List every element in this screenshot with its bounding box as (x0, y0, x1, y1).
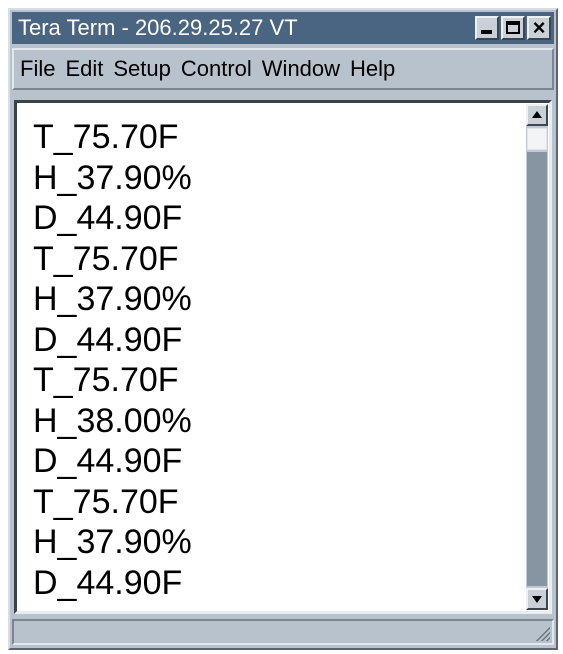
arrow-down-icon (532, 596, 542, 603)
resize-grip-icon[interactable] (532, 623, 550, 641)
close-button[interactable]: × (527, 16, 551, 40)
title-bar[interactable]: Tera Term - 206.29.25.27 VT × (12, 12, 554, 44)
window-title: Tera Term - 206.29.25.27 VT (18, 15, 298, 40)
status-bar (12, 619, 554, 645)
terminal-line: D_44.90F (33, 199, 183, 237)
minimize-icon (481, 30, 492, 34)
minimize-button[interactable] (475, 16, 499, 40)
terminal-line: H_37.90% (33, 158, 192, 197)
maximize-button[interactable] (501, 16, 525, 40)
scroll-thumb[interactable] (527, 128, 547, 150)
terminal-line: D_44.90F (33, 563, 183, 602)
terminal-line: H_38.00% (33, 401, 192, 440)
terminal-line: H_37.90% (33, 280, 192, 318)
menu-edit[interactable]: Edit (65, 56, 103, 82)
arrow-up-icon (532, 111, 542, 118)
menu-file[interactable]: File (20, 56, 55, 82)
scroll-up-button[interactable] (526, 104, 548, 126)
terminal-line: T_75.70F (33, 118, 179, 156)
menu-bar: File Edit Setup Control Window Help (12, 48, 554, 90)
maximize-icon (506, 21, 520, 34)
window-controls: × (475, 16, 551, 40)
menu-control[interactable]: Control (181, 56, 252, 82)
close-icon: × (532, 15, 546, 40)
scroll-down-button[interactable] (526, 588, 548, 610)
vertical-scrollbar[interactable] (526, 104, 548, 610)
menu-setup[interactable]: Setup (113, 56, 171, 82)
menu-window[interactable]: Window (262, 56, 340, 82)
tera-term-window: Tera Term - 206.29.25.27 VT × File Edit … (8, 8, 558, 650)
terminal-line: D_44.90F (33, 320, 183, 359)
terminal-line: T_75.70F (33, 482, 179, 521)
terminal-line: H_37.90% (33, 523, 192, 561)
terminal-line: D_44.90F (33, 442, 183, 480)
scroll-track[interactable] (527, 152, 547, 586)
terminal-line: T_75.70F (33, 361, 179, 399)
terminal-output: T_75.70F H_37.90% D_44.90F T_75.70F H_37… (33, 117, 192, 603)
terminal-area[interactable]: T_75.70F H_37.90% D_44.90F T_75.70F H_37… (14, 100, 552, 614)
terminal-line: T_75.70F (33, 239, 179, 278)
menu-help[interactable]: Help (350, 56, 395, 82)
